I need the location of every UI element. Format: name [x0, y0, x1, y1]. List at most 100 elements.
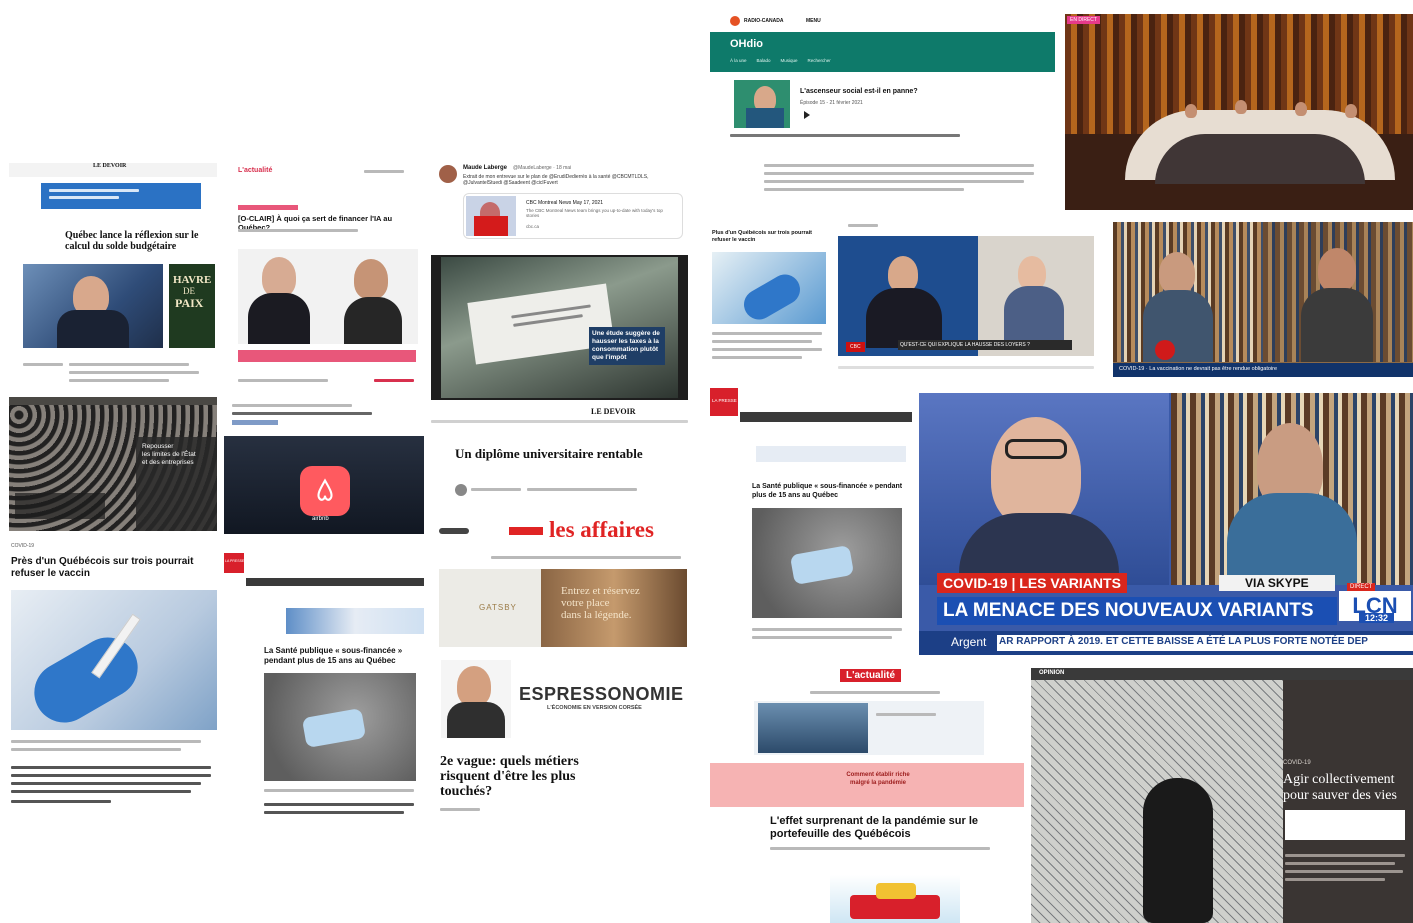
promo-banner[interactable]: Comment établir riche malgré la pandémie: [710, 763, 1024, 807]
photo-minister: [23, 264, 163, 348]
logo: [224, 553, 244, 573]
podcast-cover: [734, 80, 790, 128]
article-2e-vague[interactable]: 2e vague: quels métiers risquent d'être …: [431, 744, 688, 820]
airbnb-app-icon: [300, 466, 350, 516]
photo-mask-small: [752, 508, 902, 618]
ad-havre-de-paix[interactable]: HAVRE DE PAIX: [169, 264, 215, 348]
video-lcn-variants[interactable]: COVID-19 | LES VARIANTS VIA SKYPE DIRECT…: [919, 393, 1413, 655]
subtitle: L'ÉCONOMIE EN VERSION CORSÉE: [547, 705, 642, 711]
headline[interactable]: Plus d'un Québécois sur trois pourrait r…: [712, 230, 824, 244]
video-news-split[interactable]: QU'EST-CE QUI EXPLIQUE LA HAUSSE DES LOY…: [838, 222, 1094, 372]
play-icon[interactable]: [804, 111, 810, 119]
article-vaccine-refusal[interactable]: COVID-19 Près d'un Québécois sur trois p…: [9, 540, 217, 818]
tab-rechercher[interactable]: Rechercher: [808, 58, 831, 63]
clock: 12:32: [1359, 613, 1395, 623]
avatar: [439, 165, 457, 183]
tab-balado[interactable]: Balado: [757, 58, 771, 63]
illustration: [830, 875, 960, 923]
photo-vaccine-small: [712, 252, 826, 324]
left-feed: [838, 236, 978, 356]
logo: L'actualité: [840, 669, 902, 682]
via-skype: VIA SKYPE: [1219, 575, 1335, 591]
link-card[interactable]: CBC Montreal News May 17, 2021 The CBC M…: [463, 193, 683, 239]
title: ESPRESSONOMIE: [519, 684, 684, 704]
ticker-label: Argent: [951, 635, 987, 649]
article-lapresse-sante-small[interactable]: LA PRESSE La Santé publique « sous-finan…: [710, 388, 912, 650]
headline[interactable]: Agir collectivement pour sauver des vies: [1283, 772, 1413, 804]
author: Maude Laberge: [463, 165, 508, 171]
right-feed: [978, 236, 1094, 356]
live-badge: DIRECT: [1347, 583, 1376, 591]
topic-bar: COVID-19 | LES VARIANTS: [937, 573, 1127, 593]
label: OPINION: [1039, 670, 1065, 676]
right-feed: [1171, 393, 1413, 585]
podcast-ohdio[interactable]: RADIO-CANADA MENU OHdio À la une Balado …: [710, 10, 1055, 210]
host: [991, 417, 1081, 527]
article-crowd-limits[interactable]: Repousser les limites de l'État et des ent…: [9, 397, 217, 531]
headline[interactable]: Québec lance la réflexion sur le calcul …: [65, 230, 215, 252]
opinion-label-bar: [1031, 668, 1413, 680]
menu-button[interactable]: MENU: [806, 18, 821, 24]
ticker: COVID-19 · La vaccination ne devrait pas…: [1113, 363, 1413, 377]
video-call-bookshelves[interactable]: COVID-19 · La vaccination ne devrait pas…: [1113, 222, 1413, 377]
headline[interactable]: Près d'un Québécois sur trois pourrait r…: [11, 556, 211, 580]
cbc-logo: [1155, 340, 1175, 360]
logo: les affaires: [549, 517, 654, 542]
card-thumbnail: [466, 196, 516, 236]
kicker: COVID-19: [1283, 760, 1311, 766]
article-les-affaires[interactable]: les affaires GATSBY Entrez et réservez vo…: [431, 514, 688, 649]
ad-gatsby[interactable]: GATSBY Entrez et réservez votre place dans…: [439, 569, 687, 647]
tweet-maude-laberge[interactable]: Maude Laberge @MaudeLaberge · 18 mai Ext…: [431, 163, 688, 249]
live-badge: EN DIRECT: [1067, 16, 1100, 24]
photo-host: [441, 660, 511, 738]
headline[interactable]: Un diplôme universitaire rentable: [455, 446, 655, 461]
ad-banner: [286, 608, 424, 634]
rc-logo: [730, 16, 740, 26]
article-airbnb[interactable]: airbnb: [224, 400, 424, 540]
article-receipt-taxes[interactable]: Une étude suggère de hausser les taxes à…: [431, 255, 688, 400]
banner-espressonomie[interactable]: ESPRESSONOMIE L'ÉCONOMIE EN VERSION CORS…: [431, 652, 688, 740]
article-devoir-budget[interactable]: LE DEVOIR Québec lance la réflexion sur …: [9, 163, 217, 395]
caption: Repousser les limites de l'État et des ent…: [142, 443, 196, 466]
author-avatar: [455, 484, 467, 496]
headline[interactable]: La Santé publique « sous-financée » pend…: [264, 646, 419, 666]
opinion-agir-collectivement[interactable]: OPINION COVID-19 Agir collectivement pou…: [1031, 668, 1413, 923]
ad-boat: [754, 701, 984, 755]
share-icons: [232, 420, 278, 425]
masthead: LE DEVOIR: [591, 407, 636, 416]
photo-mask: [264, 673, 416, 781]
article-actualite-portefeuille[interactable]: L'actualité Comment établir riche malgré …: [710, 665, 1024, 923]
left-feed: [919, 393, 1169, 593]
kicker: COVID-19: [11, 543, 35, 549]
article-lapresse-sante[interactable]: LA PRESSE La Santé publique « sous-finan…: [224, 553, 424, 818]
app-logo: OHdio: [730, 38, 763, 50]
article-devoir-diplome[interactable]: LE DEVOIR Un diplôme universitaire renta…: [431, 404, 688, 514]
photo-vaccine: [11, 590, 217, 730]
headline-bar: LA MENACE DES NOUVEAUX VARIANTS: [937, 597, 1337, 625]
photo-guests: [238, 249, 418, 344]
nav-bar: [246, 578, 424, 586]
podcast-title: L'ascenseur social est-il en panne?: [800, 88, 918, 95]
quote-box: [1285, 810, 1405, 840]
episode: Épisode 15 - 21 février 2021: [800, 100, 863, 106]
tweet-text: Extrait de mon entrevue sur le plan de @…: [463, 174, 649, 186]
tab-une[interactable]: À la une: [730, 58, 747, 63]
logo: L'actualité: [238, 167, 273, 174]
handle: @MaudeLaberge · 18 mai: [513, 165, 572, 171]
headline[interactable]: L'effet surprenant de la pandémie sur le…: [770, 815, 1020, 841]
masthead: LE DEVOIR: [93, 163, 127, 169]
gatsby-logo: GATSBY: [479, 603, 517, 612]
photo-airbnb-app: airbnb: [224, 436, 424, 534]
headline[interactable]: 2e vague: quels métiers risquent d'être …: [440, 754, 630, 799]
highlight-caption: [238, 350, 416, 362]
silhouette: [1143, 778, 1213, 923]
network-badge: CBC: [846, 342, 865, 352]
caption-box: Une étude suggère de hausser les taxes à…: [589, 327, 665, 365]
video-tv-studio[interactable]: EN DIRECT: [1065, 14, 1413, 210]
chyron: QU'EST-CE QUI EXPLIQUE LA HAUSSE DES LOY…: [898, 340, 1072, 350]
article-actualite-ia[interactable]: L'actualité [O-CLAIR] À quoi ça sert de …: [224, 163, 424, 395]
headline[interactable]: La Santé publique « sous-financée » pend…: [752, 482, 904, 500]
ticker: AR RAPPORT À 2019. ET CETTE BAISSE A ÉTÉ…: [997, 635, 1413, 651]
article-vaccine-small[interactable]: Plus d'un Québécois sur trois pourrait r…: [710, 222, 830, 372]
tab-musique[interactable]: Musique: [781, 58, 798, 63]
